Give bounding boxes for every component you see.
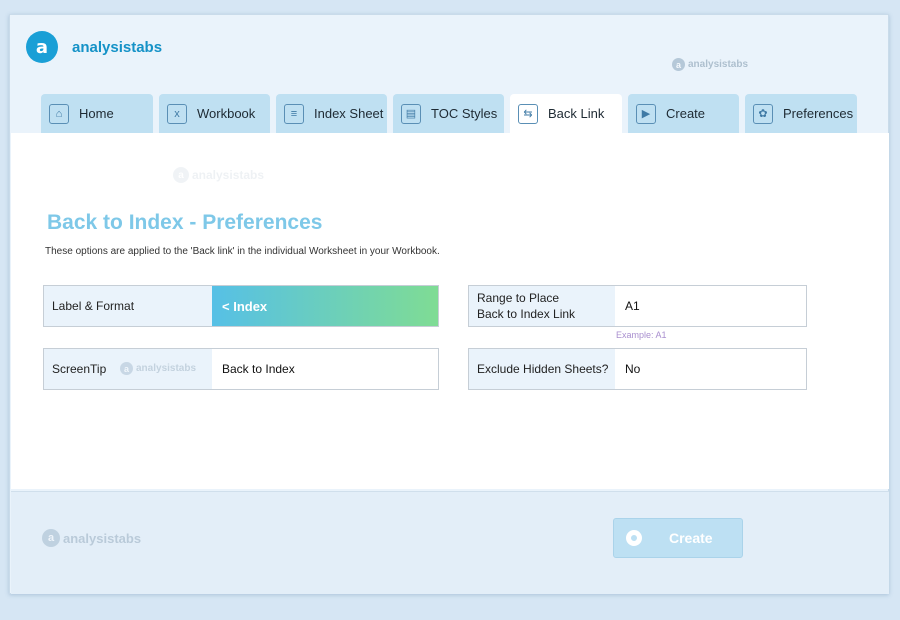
range-hint: Example: A1 <box>616 330 667 340</box>
range-label-line1: Range to Place <box>477 291 560 305</box>
brand-logo-icon: a <box>26 31 58 63</box>
footer: a analysistabs Create <box>11 491 889 594</box>
watermark-logo: a analysistabs <box>173 167 264 183</box>
tab-label: Create <box>666 106 706 121</box>
exclude-hidden-label: Exclude Hidden Sheets? <box>469 349 615 389</box>
back-link-icon: ⇆ <box>518 103 538 124</box>
tab-workbook[interactable]: x Workbook <box>159 94 270 133</box>
gear-icon: ✿ <box>753 103 773 124</box>
excel-file-icon: x <box>167 103 187 124</box>
tab-preferences[interactable]: ✿ Preferences <box>745 94 857 133</box>
create-button-label: Create <box>669 530 713 546</box>
tab-home[interactable]: ⌂ Home <box>41 94 153 133</box>
screentip-row: ScreenTip a analysistabs Back to Index <box>43 348 439 390</box>
watermark-icon: a <box>42 529 60 547</box>
home-icon: ⌂ <box>49 103 69 124</box>
watermark-logo: a analysistabs <box>42 529 141 547</box>
watermark-logo: a analysistabs <box>120 362 196 375</box>
watermark-icon: a <box>120 362 133 375</box>
range-row: Range to Place Back to Index Link A1 <box>468 285 807 327</box>
watermark-text: analysistabs <box>688 59 749 70</box>
watermark-text: analysistabs <box>192 168 265 182</box>
app-window: a analysistabs a analysistabs ⌂ Home x W… <box>9 14 889 594</box>
create-icon: ▶ <box>636 103 656 124</box>
main-panel: a analysistabs Back to Index - Preferenc… <box>11 133 889 489</box>
list-icon: ≡ <box>284 103 304 124</box>
exclude-hidden-select[interactable]: No <box>615 349 806 389</box>
styles-icon: ▤ <box>401 103 421 124</box>
watermark-logo: a analysistabs <box>672 58 748 71</box>
range-input[interactable]: A1 <box>615 286 806 326</box>
tab-index-sheet[interactable]: ≡ Index Sheet <box>276 94 387 133</box>
page-subtitle: These options are applied to the 'Back l… <box>45 246 440 257</box>
watermark-text: analysistabs <box>63 530 142 546</box>
exclude-hidden-row: Exclude Hidden Sheets? No <box>468 348 807 390</box>
range-label: Range to Place Back to Index Link <box>469 286 615 326</box>
gear-icon <box>623 527 645 549</box>
tab-label: TOC Styles <box>431 106 498 121</box>
create-button[interactable]: Create <box>613 518 743 558</box>
tab-label: Back Link <box>548 106 605 121</box>
label-format-preview[interactable]: < Index <box>212 286 438 326</box>
label-format-label: Label & Format <box>44 286 212 326</box>
watermark-icon: a <box>173 167 189 183</box>
screentip-label: ScreenTip a analysistabs <box>44 349 212 389</box>
tab-create[interactable]: ▶ Create <box>628 94 739 133</box>
screentip-label-text: ScreenTip <box>52 362 107 376</box>
tab-bar: ⌂ Home x Workbook ≡ Index Sheet ▤ TOC St… <box>41 94 863 133</box>
watermark-text: analysistabs <box>136 363 197 374</box>
tab-label: Index Sheet <box>314 106 384 121</box>
tab-toc-styles[interactable]: ▤ TOC Styles <box>393 94 504 133</box>
brand-name: analysistabs <box>72 38 163 56</box>
tab-back-link[interactable]: ⇆ Back Link <box>510 94 622 133</box>
page-title: Back to Index - Preferences <box>47 211 323 234</box>
label-format-row: Label & Format < Index <box>43 285 439 327</box>
screentip-input[interactable]: Back to Index <box>212 349 438 389</box>
brand: a analysistabs <box>26 31 162 63</box>
tab-label: Workbook <box>197 106 256 121</box>
tab-label: Preferences <box>783 106 854 121</box>
range-label-line2: Back to Index Link <box>477 307 576 321</box>
tab-label: Home <box>79 106 114 121</box>
watermark-icon: a <box>672 58 685 71</box>
